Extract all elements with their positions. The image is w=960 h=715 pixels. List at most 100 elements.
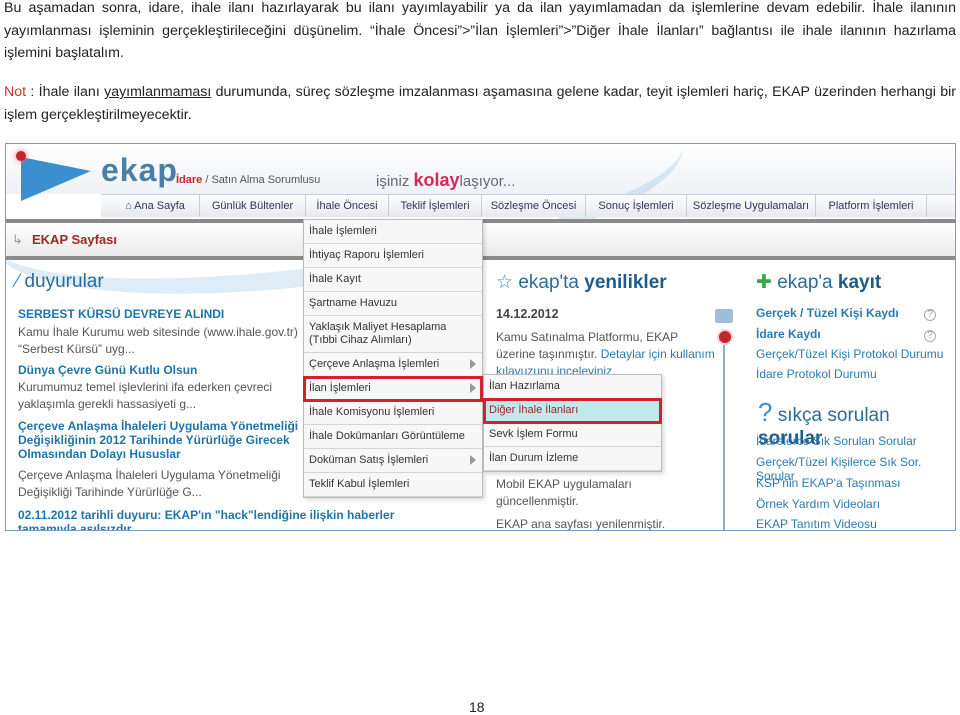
news-text: EKAP ana sayfası yenilenmiştir. — [496, 517, 666, 531]
tab-gunluk-bultenler[interactable]: Günlük Bültenler — [200, 195, 306, 217]
menu-item-label: İlan İşlemleri — [309, 382, 371, 394]
note-underlined: yayımlanmaması — [104, 84, 212, 100]
menu-item[interactable]: İhtiyaç Raporu İşlemleri — [304, 244, 482, 268]
menu-item[interactable]: Sevk İşlem Formu — [484, 423, 661, 447]
ekap-screenshot: ekap İdare / Satın Alma Sorumlusu işiniz… — [5, 143, 956, 531]
menu-item-label: Sevk İşlem Formu — [489, 428, 578, 440]
scroll-up-button[interactable] — [715, 309, 733, 323]
logo-dot-icon — [16, 151, 26, 161]
news-date: 14.12.2012 — [496, 307, 559, 321]
menu-item-label: İlan Durum İzleme — [489, 452, 579, 464]
main-nav: ⌂ Ana Sayfa Günlük Bültenler İhale Önces… — [101, 194, 955, 217]
tab-ana-sayfa[interactable]: ⌂ Ana Sayfa — [111, 195, 200, 217]
tagline-pre: işiniz — [376, 173, 414, 190]
menu-item[interactable]: Çerçeve Anlaşma İşlemleri — [304, 353, 482, 377]
link-gercek-tuzel-kayit[interactable]: Gerçek / Tüzel Kişi Kaydı — [756, 306, 899, 320]
document-page: Bu aşamadan sonra, idare, ihale ilanı ha… — [0, 0, 960, 715]
breadcrumb-label: EKAP Sayfası — [32, 232, 118, 247]
tagline-post: laşıyor... — [459, 173, 516, 190]
yenilikler-title: ☆ ekap'ta yenilikler — [496, 271, 667, 294]
note-sep: : — [26, 84, 39, 100]
menu-item-label: İhale Dokümanları Görüntüleme — [309, 430, 465, 442]
duyurular-label: duyurular — [24, 271, 104, 292]
news-text: Mobil EKAP uygulamaları güncellenmiştir. — [496, 477, 632, 508]
title-pre: ekap'ta — [518, 272, 585, 293]
menu-item-label: İhtiyaç Raporu İşlemleri — [309, 249, 424, 261]
add-user-icon: ✚ — [756, 272, 772, 293]
faq-link[interactable]: İdarelerce Sık Sorulan Sorular — [756, 434, 917, 448]
news-title[interactable]: 02.11.2012 tarihli duyuru: EKAP'ın "hack… — [18, 508, 418, 530]
tab-teklif-islemleri[interactable]: Teklif İşlemleri — [389, 195, 482, 217]
news-body: Çerçeve Anlaşma İhaleleri Uygulama Yönet… — [18, 468, 281, 499]
news-title[interactable]: SERBEST KÜRSÜ DEVREYE ALINDI — [18, 307, 318, 321]
note-paragraph: Not : İhale ilanı yayımlanmaması durumun… — [4, 81, 956, 126]
tab-platform-islemleri[interactable]: Platform İşlemleri — [816, 195, 927, 217]
faq-link[interactable]: EKAP Tanıtım Videosu — [756, 517, 877, 530]
chevron-right-icon — [470, 359, 476, 369]
menu-item-label: Diğer İhale İlanları — [489, 404, 579, 416]
tab-ihale-oncesi[interactable]: İhale Öncesi — [306, 195, 389, 217]
title-bold: yenilikler — [584, 272, 667, 293]
ilan-islemleri-submenu: İlan Hazırlama Diğer İhale İlanları Sevk İ… — [483, 374, 662, 472]
tab-sozlesme-uygulamalari[interactable]: Sözleşme Uygulamaları — [687, 195, 816, 217]
menu-item[interactable]: İhale Dokümanları Görüntüleme — [304, 425, 482, 449]
role-prefix: İdare — [176, 174, 203, 186]
menu-item[interactable]: Şartname Havuzu — [304, 292, 482, 316]
logo-wing-icon — [21, 157, 91, 201]
menu-item[interactable]: Teklif Kabul İşlemleri — [304, 473, 482, 497]
pen-icon: ⁄ — [16, 271, 20, 292]
menu-item[interactable]: İhale Kayıt — [304, 268, 482, 292]
user-role: İdare / Satın Alma Sorumlusu — [176, 174, 320, 186]
kayit-title: ✚ ekap'a kayıt — [756, 271, 881, 294]
page-number: 18 — [469, 699, 485, 715]
home-icon: ⌂ — [125, 200, 135, 212]
menu-item-label: Şartname Havuzu — [309, 297, 398, 309]
title-bold: kayıt — [837, 272, 882, 293]
tab-sozlesme-oncesi[interactable]: Sözleşme Öncesi — [482, 195, 586, 217]
menu-item[interactable]: Diğer İhale İlanları — [483, 398, 662, 424]
menu-item-label: İlan Hazırlama — [489, 380, 560, 392]
news-body: Kurumumuz temel işlevlerini ifa ederken … — [18, 380, 273, 411]
news-title[interactable]: Dünya Çevre Günü Kutlu Olsun — [18, 363, 318, 377]
ihale-oncesi-dropdown: İhale İşlemleri İhtiyaç Raporu İşlemleri İ… — [303, 219, 483, 498]
title-pre: sıkça sorulan — [777, 405, 890, 426]
tagline: işiniz kolaylaşıyor... — [376, 170, 515, 191]
faq-link[interactable]: KSP'nin EKAP'a Taşınması — [756, 476, 900, 490]
menu-item[interactable]: Yaklaşık Maliyet Hesaplama (Tıbbi Cihaz … — [304, 316, 482, 353]
link-protokol-durumu[interactable]: Gerçek/Tüzel Kişi Protokol Durumu — [756, 347, 943, 361]
tab-sonuc-islemleri[interactable]: Sonuç İşlemleri — [586, 195, 687, 217]
news-body: Kamu İhale Kurumu web sitesinde (www.iha… — [18, 325, 298, 356]
menu-item[interactable]: İhale Komisyonu İşlemleri — [304, 401, 482, 425]
menu-item-label: Doküman Satış İşlemleri — [309, 454, 429, 466]
menu-item[interactable]: İlan Hazırlama — [484, 375, 661, 399]
duyurular-title: ⁄ duyurular — [16, 271, 104, 293]
menu-item[interactable]: İlan İşlemleri — [303, 376, 483, 402]
menu-item[interactable]: Doküman Satış İşlemleri — [304, 449, 482, 473]
menu-item-label: İhale Komisyonu İşlemleri — [309, 406, 435, 418]
news-title[interactable]: Çerçeve Anlaşma İhaleleri Uygulama Yönet… — [18, 419, 308, 463]
menu-item[interactable]: İhale İşlemleri — [304, 220, 482, 244]
menu-item-label: İhale Kayıt — [309, 273, 361, 285]
header: ekap İdare / Satın Alma Sorumlusu işiniz… — [6, 144, 955, 330]
scrollbar-track[interactable] — [723, 334, 725, 530]
link-idare-protokol[interactable]: İdare Protokol Durumu — [756, 367, 877, 381]
menu-item[interactable]: İlan Durum İzleme — [484, 447, 661, 471]
chevron-right-icon — [470, 455, 476, 465]
tagline-bold: kolay — [413, 170, 460, 190]
star-icon: ☆ — [496, 272, 514, 293]
title-pre: ekap'a — [777, 272, 838, 293]
logo[interactable]: ekap — [101, 152, 178, 189]
scroll-handle[interactable] — [717, 329, 733, 345]
faq-link[interactable]: Örnek Yardım Videoları — [756, 497, 880, 511]
menu-item-label: İhale İşlemleri — [309, 225, 377, 237]
menu-item-label: Teklif Kabul İşlemleri — [309, 478, 410, 490]
link-idare-kaydi[interactable]: İdare Kaydı — [756, 327, 821, 341]
role-suffix: / Satın Alma Sorumlusu — [202, 174, 321, 186]
note-pre: İhale ilanı — [38, 84, 105, 100]
help-icon[interactable]: ? — [924, 309, 936, 321]
intro-paragraph: Bu aşamadan sonra, idare, ihale ilanı ha… — [4, 0, 956, 61]
help-icon[interactable]: ? — [924, 330, 936, 342]
menu-item-label: Yaklaşık Maliyet Hesaplama (Tıbbi Cihaz … — [309, 321, 447, 346]
note-label: Not — [4, 84, 27, 100]
arrow-icon: ↳ — [12, 232, 23, 247]
